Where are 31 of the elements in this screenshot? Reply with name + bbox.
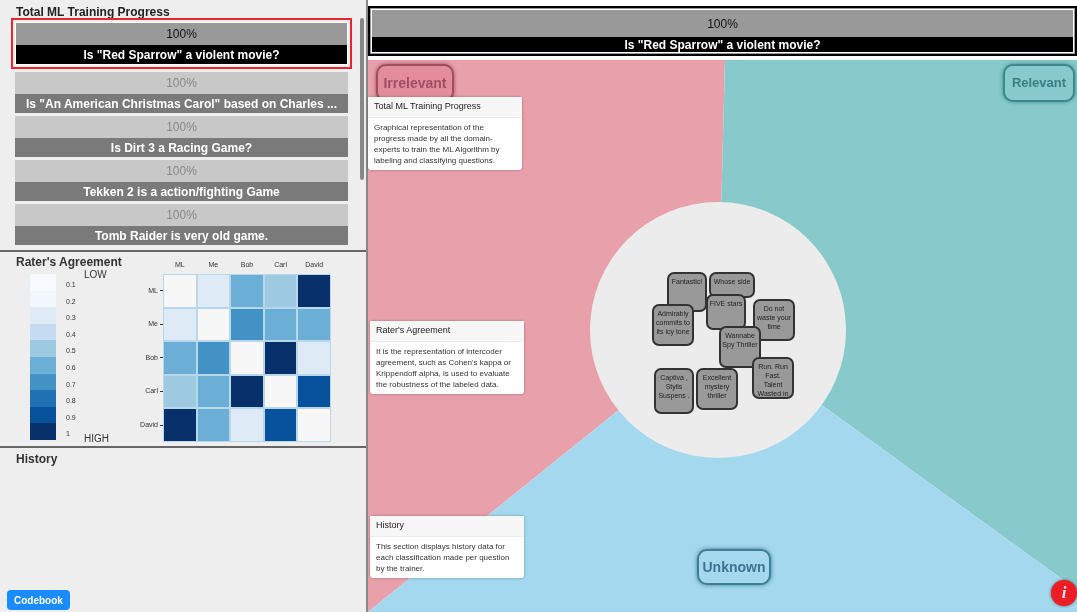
percent-label: 100% xyxy=(165,119,198,136)
percent-label: 100% xyxy=(165,163,198,180)
question-label: Tekken 2 is a action/fighting Game xyxy=(15,182,348,201)
tooltip-title: Total ML Training Progress xyxy=(368,97,522,118)
codebook-button[interactable]: Codebook xyxy=(7,590,70,610)
tooltip-text: This section displays history data for each classification made per question by the trainer. xyxy=(375,540,511,575)
question-label: Is Dirt 3 a Racing Game? xyxy=(15,138,348,157)
legend-high-label: HIGH xyxy=(84,432,109,446)
tooltip-text: It is the representation of intercoder agreement, such as Cohen's kappa or Krippendoff alpha, is used to evaluate the robustness of the labeled data. xyxy=(375,345,512,391)
question-label: Is "An American Christmas Carol" based on Charles ... xyxy=(15,94,348,113)
unknown-zone-button[interactable]: Unknown xyxy=(697,549,771,585)
tooltip-text: Graphical representation of the progress made by all the domain-experts to train the ML Algorithm by labeling and classifying questions. xyxy=(373,121,501,167)
percent-label: 100% xyxy=(165,75,198,92)
scrollbar[interactable] xyxy=(360,18,364,180)
percent-label: 100% xyxy=(165,26,198,43)
panel-title: Total ML Training Progress xyxy=(15,4,171,18)
percent-label: 100% xyxy=(706,15,739,33)
question-label: Is "Red Sparrow" a violent movie? xyxy=(16,45,347,64)
question-label: Is "Red Sparrow" a violent movie? xyxy=(372,37,1073,52)
question-item[interactable]: 100% Tekken 2 is a action/fighting Game xyxy=(15,160,348,201)
question-item[interactable]: 100% Tomb Raider is very old game. xyxy=(15,204,348,245)
panel-title: History xyxy=(16,451,58,468)
question-item[interactable]: 100% Is Dirt 3 a Racing Game? xyxy=(15,116,348,157)
legend-low-label: LOW xyxy=(84,269,107,282)
tooltip-title: History xyxy=(370,516,524,537)
question-item[interactable]: 100% Is "Red Sparrow" a violent movie? xyxy=(11,18,352,69)
percent-label: 100% xyxy=(165,207,198,224)
question-label: Tomb Raider is very old game. xyxy=(15,226,348,245)
panel-title: Rater's Agreement xyxy=(16,254,122,270)
question-item[interactable]: 100% Is "An American Christmas Carol" based on Charles ... xyxy=(15,72,348,113)
tooltip-title: Rater's Agreement xyxy=(370,321,524,342)
